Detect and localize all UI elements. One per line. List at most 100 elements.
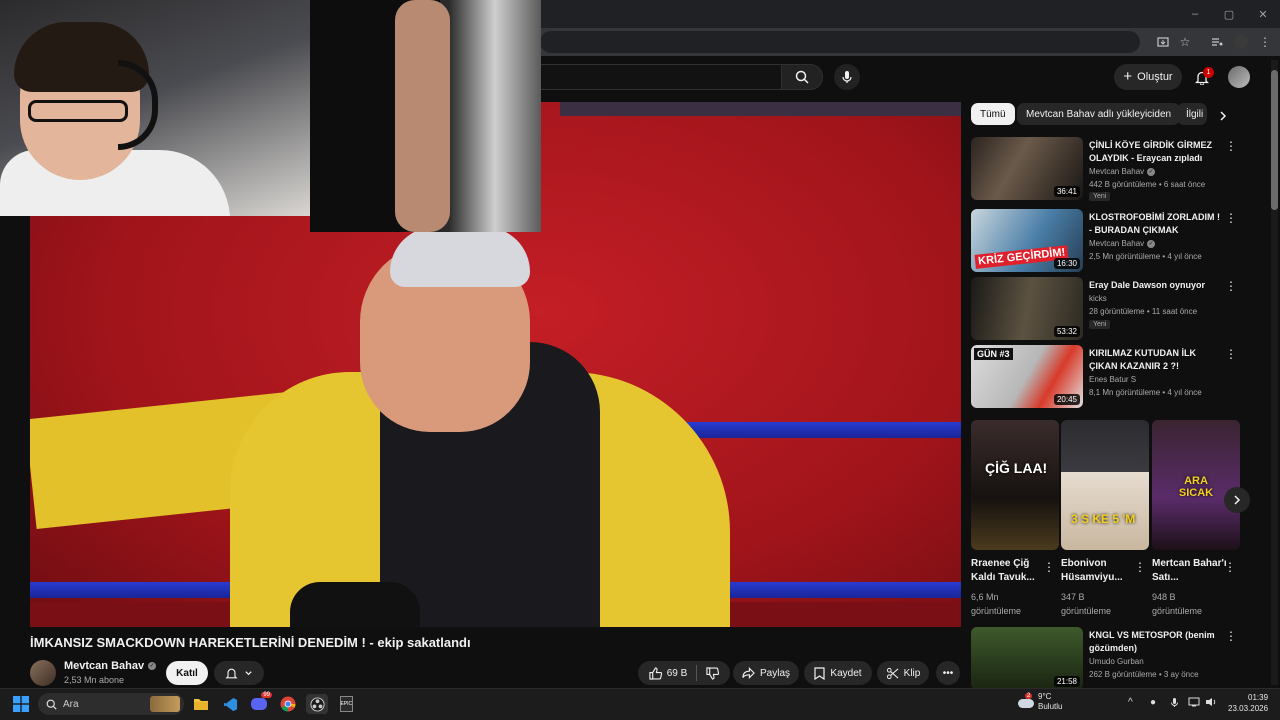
short-thumbnail-text: ÇİĞ LAA! [985,460,1048,476]
video-thumbnail[interactable]: 36:41 [971,137,1083,200]
recommendation-title[interactable]: ÇİNLİ KÖYE GİRDİK GİRMEZ OLAYDIK - Erayc… [1089,139,1221,165]
more-icon[interactable]: ⋮ [1225,279,1237,293]
create-button[interactable]: + Oluştur [1114,64,1182,90]
clip-label: Klip [903,667,921,679]
close-button[interactable]: ✕ [1246,0,1280,28]
short-title[interactable]: Mertcan Bahar'ı Satı... [1152,557,1227,585]
join-button[interactable]: Katıl [166,661,208,685]
windows-start-icon[interactable] [10,693,32,715]
maximize-button[interactable]: ▢ [1212,0,1246,28]
video-thumbnail[interactable]: 53:32 [971,277,1083,340]
more-icon[interactable]: ⋮ [1225,629,1237,643]
minimize-button[interactable]: – [1178,0,1212,28]
discord-icon[interactable]: 99 [248,692,272,714]
weather-widget[interactable]: 2 9°C Bulutlu [1018,692,1062,712]
profile-icon[interactable] [1230,31,1252,53]
chevron-right-icon [1220,111,1227,121]
recommendation-item[interactable]: 36:41 ÇİNLİ KÖYE GİRDİK GİRMEZ OLAYDIK -… [971,137,1243,201]
channel-avatar[interactable] [30,660,56,686]
chips-next-button[interactable] [1214,107,1232,125]
weather-icon: 2 [1018,693,1034,708]
obs-icon[interactable] [306,694,328,714]
recommendation-item[interactable]: 21:58 KNGL VS METOSPOR (benim gözümden) … [971,627,1243,691]
more-icon[interactable]: ⋮ [1224,560,1236,574]
vscode-icon[interactable] [219,694,241,714]
like-dislike-group: 69 B [638,661,730,685]
video-thumbnail[interactable]: GÜN #3 20:45 [971,345,1083,408]
bookmark-star-icon[interactable]: ☆ [1174,31,1196,53]
verified-icon: ✓ [1147,167,1156,176]
voice-search-button[interactable] [834,64,860,90]
chip-all[interactable]: Tümü [971,103,1015,125]
chip-related[interactable]: İlgili [1177,103,1207,125]
mic-icon [842,71,852,83]
channel-name[interactable]: Mevtcan Bahav [64,660,144,672]
plus-icon: + [1123,68,1133,85]
share-button[interactable]: Paylaş [733,661,799,685]
clock-time: 01:39 [1248,693,1269,702]
search-input[interactable] [540,64,781,90]
short-thumbnail[interactable]: ÇİĞ LAA! [971,420,1059,550]
epic-games-icon[interactable]: EPIC [335,694,357,714]
chevron-right-icon [1234,495,1241,505]
account-avatar[interactable] [1228,66,1250,88]
duration-badge: 36:41 [1053,186,1080,197]
short-views-count: 948 B [1152,592,1176,602]
recommendation-title[interactable]: KIRILMAZ KUTUDAN İLK ÇIKAN KAZANIR 2 ?! … [1089,347,1221,373]
dislike-icon [706,666,720,680]
channel-name-row[interactable]: Mevtcan Bahav ✓ [64,660,157,672]
window-controls: – ▢ ✕ [1178,0,1280,28]
scrollbar-thumb[interactable] [1271,70,1278,210]
browser-menu-icon[interactable]: ⋮ [1254,31,1276,53]
chip-from-uploader[interactable]: Mevtcan Bahav adlı yükleyiciden [1017,103,1181,125]
video-thumbnail[interactable]: KRİZ GEÇİRDİM! 16:30 [971,209,1083,272]
short-thumbnail[interactable]: 3 S KE 5 'M [1061,420,1149,550]
wifi-icon[interactable] [1188,697,1200,710]
install-app-icon[interactable] [1152,31,1174,53]
short-views-label: görüntüleme [1152,606,1203,616]
subscriber-count: 2,53 Mn abone [64,675,125,685]
search-icon [795,70,809,84]
like-button[interactable]: 69 B [649,666,687,680]
dislike-button[interactable] [706,666,720,680]
webcam-glasses [28,100,128,122]
file-explorer-icon[interactable] [190,694,212,714]
search-highlight-image [150,696,180,712]
short-title[interactable]: Rraenee Çiğ Kaldı Tavuk... [971,557,1046,585]
chrome-icon[interactable] [277,694,299,714]
recommendation-item[interactable]: KRİZ GEÇİRDİM! 16:30 KLOSTROFOBİMİ ZORLA… [971,209,1243,273]
tray-overflow-icon[interactable]: ^ [1128,697,1133,708]
short-thumbnail[interactable]: ARA SICAK [1152,420,1240,550]
mic-icon[interactable] [1170,697,1179,711]
webcam-overlay-second [310,0,541,232]
media-control-icon[interactable] [1206,31,1228,53]
address-bar[interactable] [540,31,1140,53]
subscription-bell-button[interactable] [214,661,264,685]
more-icon[interactable]: ⋮ [1225,211,1237,225]
more-actions-button[interactable]: ••• [936,661,960,685]
recommendation-item[interactable]: GÜN #3 20:45 KIRILMAZ KUTUDAN İLK ÇIKAN … [971,345,1243,409]
recommendation-title[interactable]: KLOSTROFOBİMİ ZORLADIM ! - BURADAN ÇIKMA… [1089,211,1221,237]
volume-icon[interactable] [1205,697,1217,710]
video-subject-hair [390,227,530,287]
shorts-next-button[interactable] [1224,487,1250,513]
short-title[interactable]: Ebonivon Hüsamviyu... [1061,557,1136,585]
clip-icon [886,667,899,679]
clip-button[interactable]: Klip [877,661,929,685]
more-icon[interactable]: ⋮ [1225,347,1237,361]
more-icon[interactable]: ⋮ [1043,560,1055,574]
short-views-label: görüntüleme [971,606,1022,616]
search-button[interactable] [781,64,823,90]
webcam-headset [118,60,158,150]
taskbar-search[interactable]: Ara [38,693,184,715]
like-icon [649,666,662,680]
more-icon[interactable]: ⋮ [1225,139,1237,153]
taskbar-clock[interactable]: 01:39 23.03.2026 [1228,692,1268,714]
video-thumbnail[interactable]: 21:58 [971,627,1083,690]
more-icon[interactable]: ⋮ [1134,560,1146,574]
save-button[interactable]: Kaydet [804,661,872,685]
tray-app-icon[interactable]: ● [1150,697,1156,708]
recommendation-title[interactable]: Eray Dale Dawson oynuyor [1089,279,1221,292]
recommendation-item[interactable]: 53:32 Eray Dale Dawson oynuyor kicks 28 … [971,277,1243,341]
recommendation-title[interactable]: KNGL VS METOSPOR (benim gözümden) [1089,629,1221,655]
